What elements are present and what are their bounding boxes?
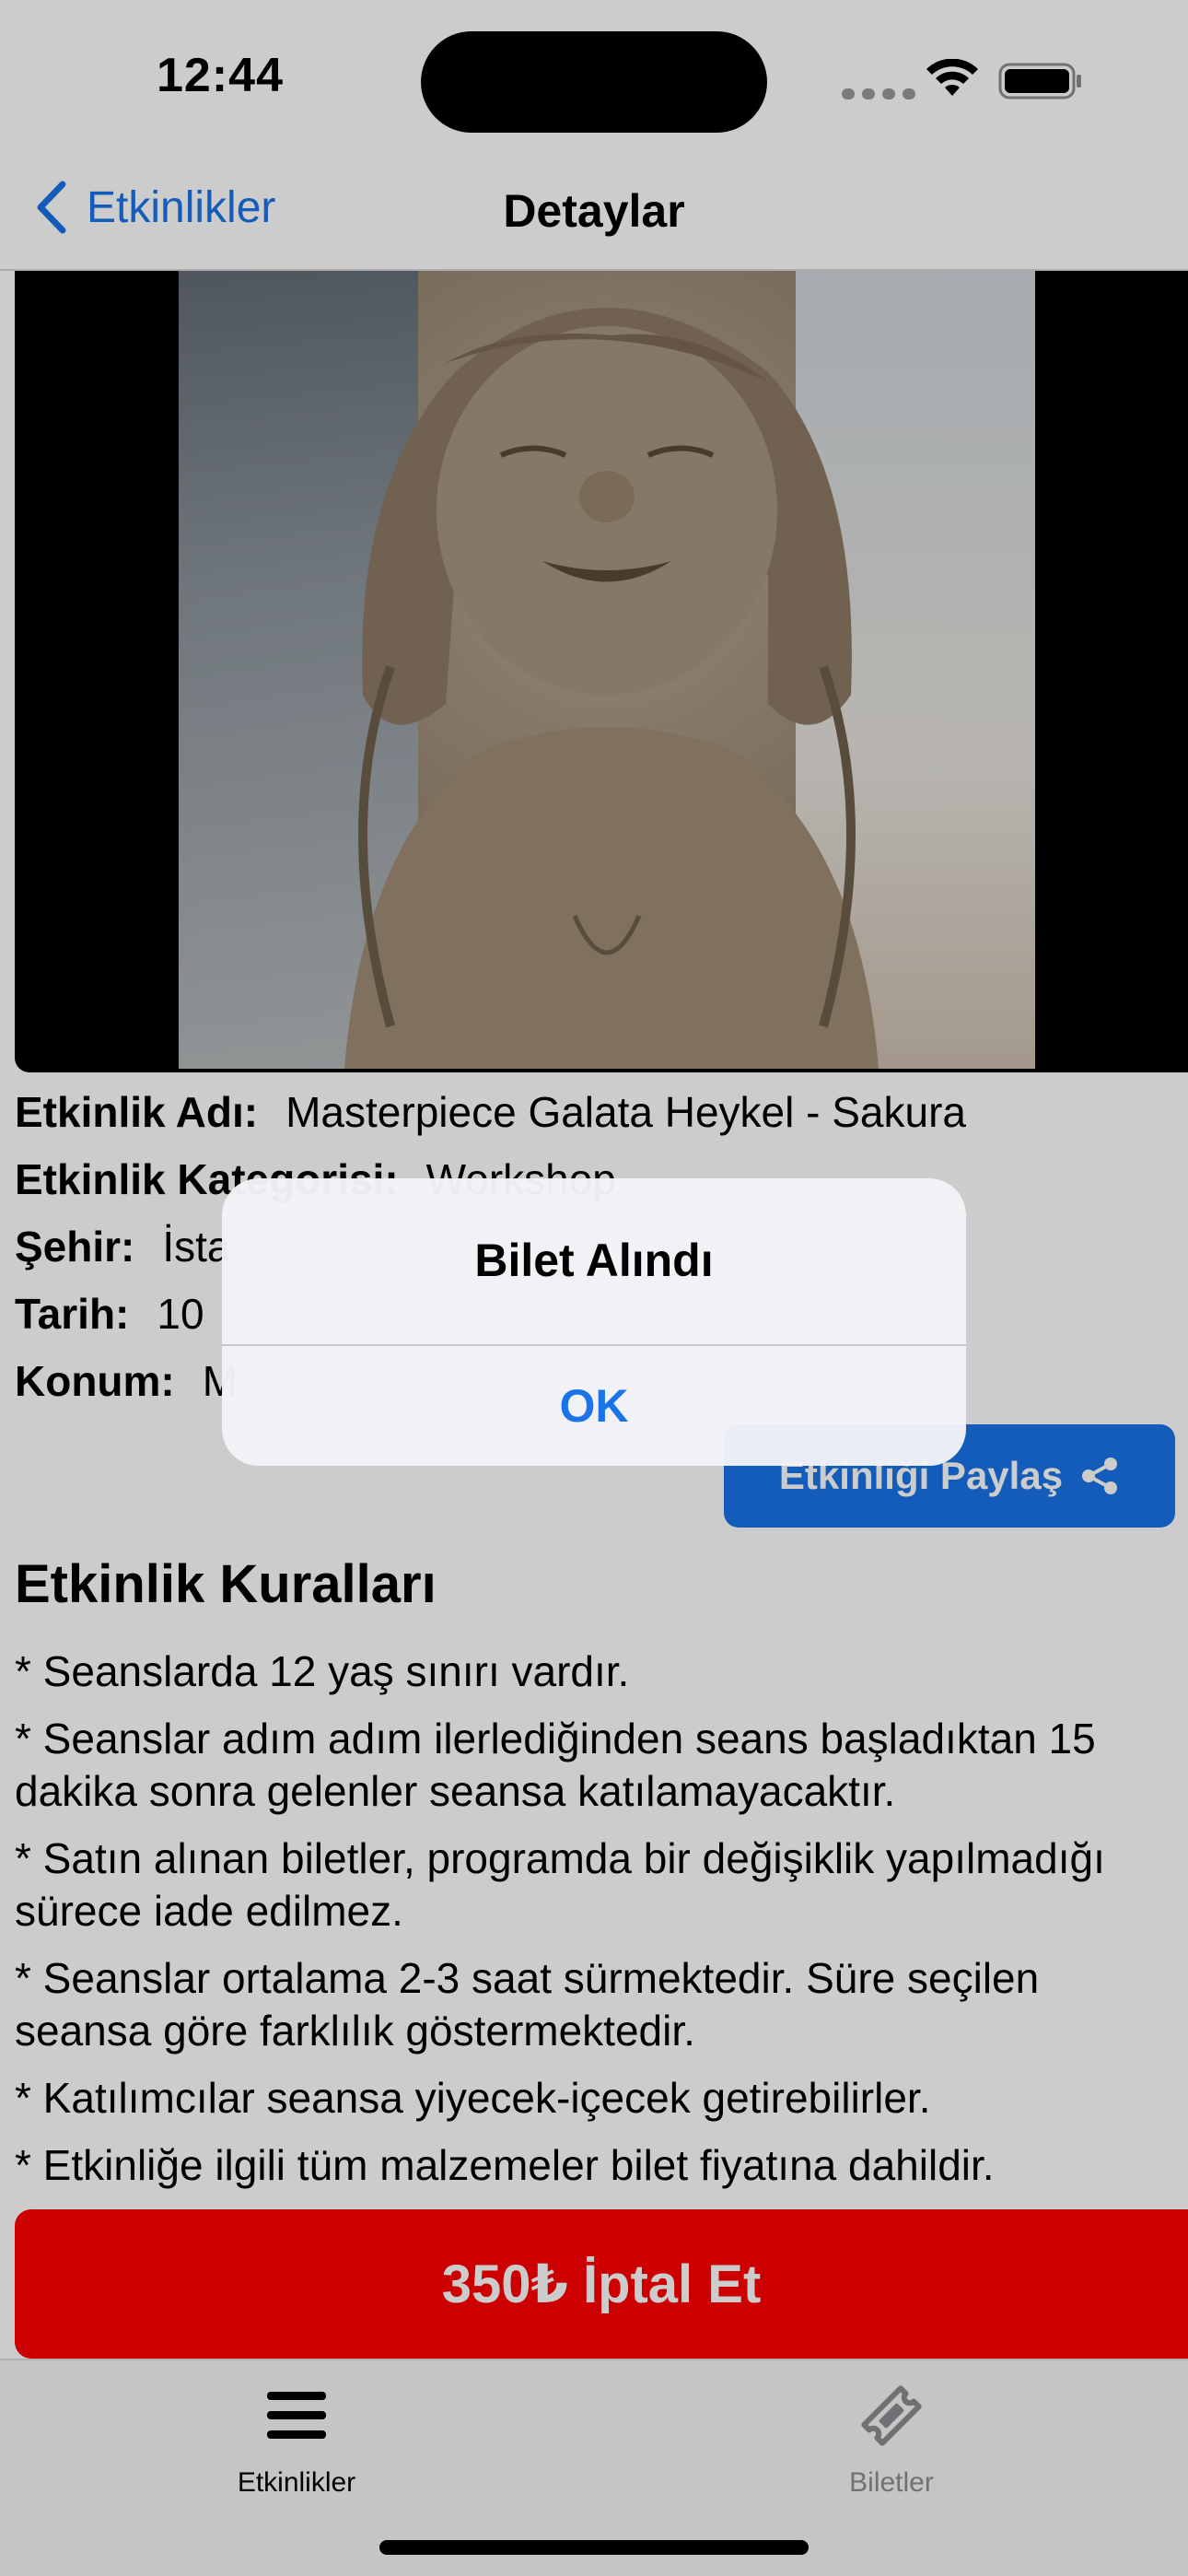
- alert-dialog: Bilet Alındı OK: [222, 1178, 966, 1466]
- ok-button[interactable]: OK: [222, 1346, 966, 1466]
- alert-title: Bilet Alındı: [474, 1235, 714, 1286]
